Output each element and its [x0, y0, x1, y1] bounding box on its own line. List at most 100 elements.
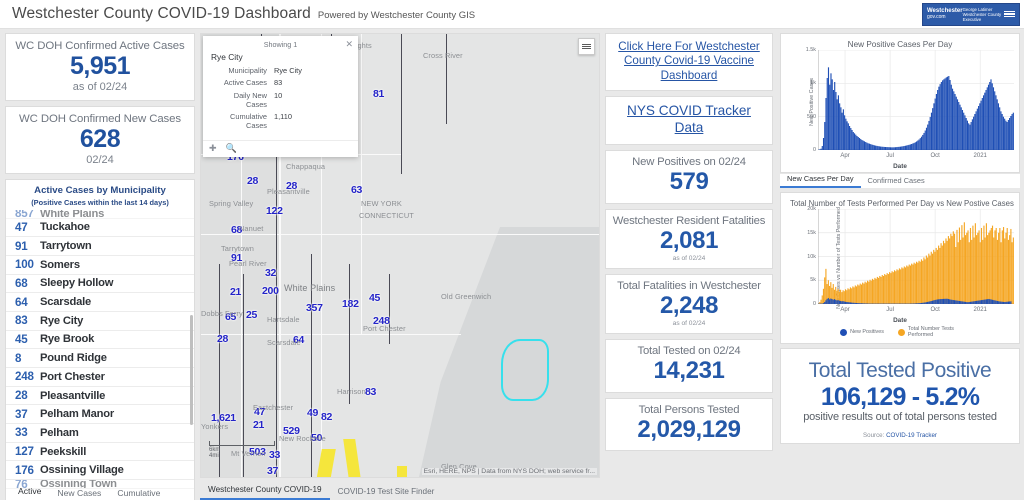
map-case-count-label[interactable]: 21: [230, 286, 241, 298]
map-case-count-label[interactable]: 21: [253, 419, 264, 431]
kpi-value: 2,248: [659, 292, 719, 320]
map-case-count-label[interactable]: 32: [265, 267, 276, 279]
map-case-count-label[interactable]: 357: [306, 302, 323, 314]
map-case-count-label[interactable]: 182: [342, 298, 359, 310]
municipality-row[interactable]: 83 Rye City: [6, 311, 194, 331]
map-highlight-area: [397, 466, 407, 477]
popup-header: Showing 1 ✕: [203, 36, 358, 52]
map-case-count-label[interactable]: 25: [246, 309, 257, 321]
popup-showing-count: Showing 1: [263, 39, 298, 49]
x-tick-label: Jul: [886, 307, 894, 313]
municipality-row[interactable]: 45 Rye Brook: [6, 330, 194, 350]
kpi-sub: as of 02/24: [672, 255, 706, 263]
map-place-label: Eastchester: [253, 403, 294, 412]
logo-official-title: Westchester County Executive: [962, 11, 1002, 23]
chart2-xlabel: Date: [893, 317, 907, 324]
kpi-card: Total Fatalities in Westchester 2,248 as o…: [605, 274, 773, 335]
municipality-list[interactable]: 857 White Plains 47 Tuckahoe 91 Tarrytown 100 S…: [6, 209, 194, 500]
x-tick-label: Oct: [930, 153, 940, 159]
map-road: [201, 334, 461, 336]
map-feature-popup[interactable]: Showing 1 ✕ Rye City Municipality Rye Cit…: [203, 36, 358, 157]
municipality-row[interactable]: 176 Ossining Village: [6, 461, 194, 481]
municipality-count: 248: [15, 370, 34, 384]
nys-tracker-link[interactable]: NYS COVID Tracker Data: [612, 103, 766, 137]
municipality-name: Somers: [40, 258, 80, 271]
pan-icon[interactable]: ✚: [209, 143, 217, 154]
map-tabbar[interactable]: Westchester County COVID-19 COVID-19 Test…: [200, 482, 600, 500]
municipality-row[interactable]: 100 Somers: [6, 255, 194, 275]
map-case-count-label[interactable]: 49: [307, 407, 318, 419]
municipality-count: 37: [15, 407, 28, 421]
map-case-count-label[interactable]: 28: [217, 333, 228, 345]
municipality-count: 64: [15, 295, 28, 309]
vaccine-dashboard-link-card[interactable]: Click Here For Westchester County Covid-…: [605, 33, 773, 92]
map-place-label: Nanuet: [239, 224, 264, 233]
x-tick-label: 2021: [973, 153, 987, 159]
municipality-row[interactable]: 857 White Plains: [6, 209, 194, 219]
municipality-count: 176: [15, 463, 34, 477]
municipality-scrollbar[interactable]: [190, 314, 193, 425]
tab-active[interactable]: Active: [10, 486, 50, 500]
map-panel[interactable]: 2338142591617628286312268913221200357182…: [200, 33, 600, 478]
map-case-count-label[interactable]: 63: [351, 184, 362, 196]
zoom-to-icon[interactable]: 🔍: [226, 143, 237, 154]
y-tick-label: 0: [813, 301, 816, 307]
kpi-label: Total Fatalities in Westchester: [617, 280, 761, 293]
municipality-row[interactable]: 68 Sleepy Hollow: [6, 274, 194, 294]
legend-item[interactable]: Total Number Tests Performed: [897, 326, 960, 338]
source-link[interactable]: COVID-19 Tracker: [886, 432, 937, 439]
municipality-row[interactable]: 127 Peekskill: [6, 442, 194, 462]
x-tick-label: Jul: [886, 153, 894, 159]
nys-tracker-link-card[interactable]: NYS COVID Tracker Data: [605, 96, 773, 146]
close-icon[interactable]: ✕: [345, 39, 353, 50]
legend-item[interactable]: New Positives: [840, 326, 884, 338]
logo-official: George Latimer Westchester County Execut…: [963, 7, 1002, 22]
right-panel: New Positive Cases Per Day New Positive …: [780, 33, 1020, 445]
page-subtitle: Powered by Westchester County GIS: [317, 9, 476, 21]
municipality-row[interactable]: 28 Pleasantville: [6, 386, 194, 406]
popup-title: Rye City: [211, 52, 243, 62]
municipality-row[interactable]: 47 Tuckahoe: [6, 218, 194, 238]
map-case-count-label[interactable]: 200: [262, 285, 279, 297]
popup-attribute-table: Municipality Rye City Active Cases 83 Daily …: [203, 66, 358, 140]
tab-westchester-county-covid-19[interactable]: Westchester County COVID-19: [200, 485, 330, 500]
tab-confirmed-cases[interactable]: Confirmed Cases: [861, 176, 932, 188]
map-case-count-label[interactable]: 81: [373, 88, 384, 100]
popup-row-key: Municipality: [228, 66, 267, 75]
municipality-row[interactable]: 91 Tarrytown: [6, 237, 194, 256]
map-case-count-label[interactable]: 83: [365, 386, 376, 398]
map-case-count-label[interactable]: 37: [267, 465, 278, 477]
tab-new-cases-per-day[interactable]: New Cases Per Day: [780, 174, 861, 188]
municipality-row[interactable]: 33 Pelham: [6, 424, 194, 443]
westchester-county-logo[interactable]: Westchester gov.com George Latimer Westc…: [922, 3, 1020, 26]
tab-cumulative[interactable]: Cumulative: [109, 488, 168, 500]
left-tabbar[interactable]: Active New Cases Cumulative: [10, 484, 200, 500]
municipality-row[interactable]: 248 Port Chester: [6, 368, 194, 387]
kpi-label: Westchester Resident Fatalities: [612, 214, 766, 227]
municipality-row[interactable]: 64 Scarsdale: [6, 293, 194, 312]
municipality-name: Peekskill: [40, 445, 87, 458]
legend-list-icon[interactable]: [578, 38, 595, 55]
y-tick-label: 15k: [807, 229, 816, 236]
municipality-name: Rye Brook: [40, 333, 95, 346]
tab-covid-19-test-site-finder[interactable]: COVID-19 Test Site Finder: [330, 487, 443, 500]
legend-color-swatch: [897, 328, 905, 336]
tested-positive-value: 106,129 - 5.2%: [820, 382, 980, 411]
map-case-count-label[interactable]: 122: [266, 205, 283, 217]
tab-new-cases[interactable]: New Cases: [49, 488, 109, 500]
y-tick-label: 20k: [807, 206, 816, 212]
vaccine-dashboard-link[interactable]: Click Here For Westchester County Covid-…: [612, 40, 766, 83]
dashboard-root: Westchester County COVID-19 Dashboard Po…: [0, 0, 1024, 500]
chart1-tabbar[interactable]: New Cases Per Day Confirmed Cases: [780, 173, 1020, 188]
map-place-label: Cross River: [423, 51, 463, 60]
municipality-row[interactable]: 8 Pound Ridge: [6, 349, 194, 368]
logo-bars-icon: [1004, 10, 1015, 18]
map-case-count-label[interactable]: 82: [321, 411, 332, 423]
popup-toolbar[interactable]: ✚ 🔍: [203, 139, 358, 157]
map-case-count-label[interactable]: 45: [369, 292, 380, 304]
municipality-row[interactable]: 37 Pelham Manor: [6, 405, 194, 425]
map-attribution: Esri, HERE, NPS | Data from NYS DOH; web…: [421, 468, 597, 475]
map-case-count-label[interactable]: 28: [247, 175, 258, 187]
map-selected-municipality-highlight: [501, 339, 549, 401]
municipality-panel: Active Cases by Municipality (Positive C…: [5, 178, 195, 500]
